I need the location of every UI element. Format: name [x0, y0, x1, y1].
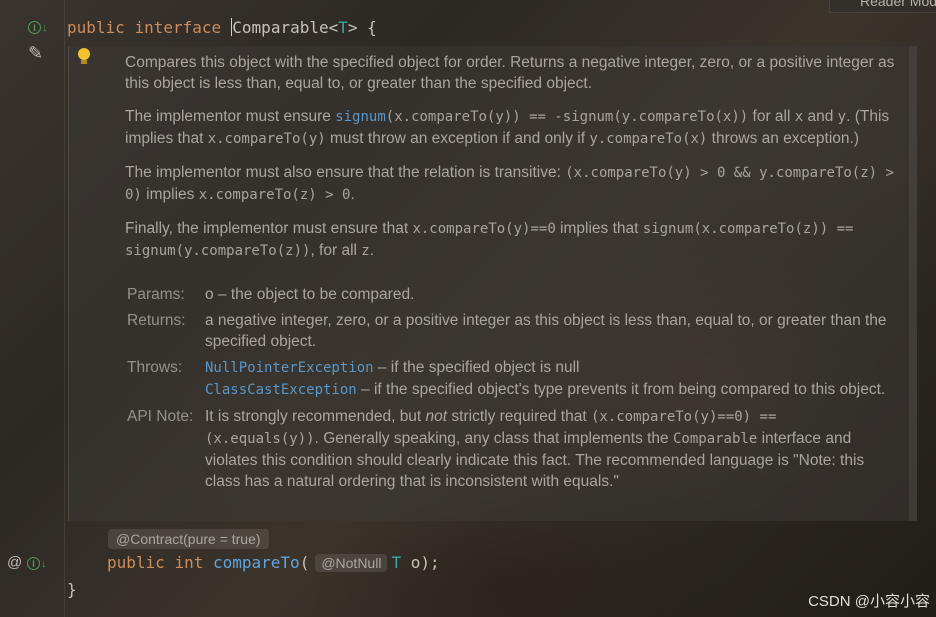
npe-link[interactable]: NullPointerException: [205, 360, 374, 376]
doc-paragraph-3: The implementor must also ensure that th…: [125, 164, 894, 203]
implemented-method-icon[interactable]: I ↓: [27, 556, 47, 571]
javadoc-description: Compares this object with the specified …: [125, 52, 895, 274]
params-value: o – the object to be compared.: [205, 286, 415, 303]
keyword-interface: interface: [134, 18, 222, 37]
csdn-watermark: CSDN @小容小容: [808, 593, 930, 610]
signum-link[interactable]: signum: [335, 109, 386, 125]
params-label: Params:: [127, 286, 185, 303]
lightbulb-icon[interactable]: [77, 48, 91, 66]
editor-gutter: I ↓ ✎ @ I ↓: [0, 0, 60, 617]
doc-paragraph-2: The implementor must ensure signum(x.com…: [125, 108, 890, 147]
annotation-at-icon[interactable]: @: [7, 555, 22, 570]
returns-label: Returns:: [127, 312, 186, 329]
api-note-label: API Note:: [127, 408, 194, 425]
throws-item: ClassCastException – if the specified ob…: [205, 381, 886, 398]
javadoc-tags: Params: o – the object to be compared. R…: [127, 284, 897, 497]
cce-link[interactable]: ClassCastException: [205, 382, 357, 398]
doc-paragraph-1: Compares this object with the specified …: [125, 54, 895, 92]
doc-paragraph-4: Finally, the implementor must ensure tha…: [125, 220, 854, 259]
interface-declaration-line[interactable]: public interface Comparable<T> {: [67, 18, 377, 38]
returns-value: a negative integer, zero, or a positive …: [205, 312, 887, 350]
params-section: Params: o – the object to be compared.: [127, 284, 897, 305]
api-note-value: It is strongly recommended, but not stri…: [205, 408, 865, 490]
contract-annotation-hint[interactable]: @Contract(pure = true): [108, 529, 269, 549]
method-name[interactable]: compareTo: [213, 553, 300, 572]
implemented-interface-icon[interactable]: I ↓: [28, 20, 48, 35]
edit-pencil-icon[interactable]: ✎: [28, 44, 43, 62]
doc-scrollbar[interactable]: [909, 46, 917, 521]
class-name: Comparable: [232, 18, 329, 37]
api-note-section: API Note: It is strongly recommended, bu…: [127, 406, 897, 492]
throws-item: NullPointerException – if the specified …: [205, 359, 580, 376]
type-parameter: T: [338, 18, 348, 37]
closing-brace-line[interactable]: }: [67, 580, 77, 600]
notnull-annotation-hint[interactable]: @NotNull: [315, 554, 388, 572]
throws-section: Throws: NullPointerException – if the sp…: [127, 357, 897, 401]
gutter-separator: [64, 0, 65, 617]
method-declaration-line[interactable]: public int compareTo(@NotNull T o);: [107, 553, 440, 573]
keyword-public: public: [67, 18, 125, 37]
returns-section: Returns: a negative integer, zero, or a …: [127, 310, 897, 352]
throws-label: Throws:: [127, 359, 183, 376]
reader-mode-button[interactable]: Reader Mode: [829, 0, 936, 13]
reader-mode-label: Reader Mode: [860, 0, 936, 9]
